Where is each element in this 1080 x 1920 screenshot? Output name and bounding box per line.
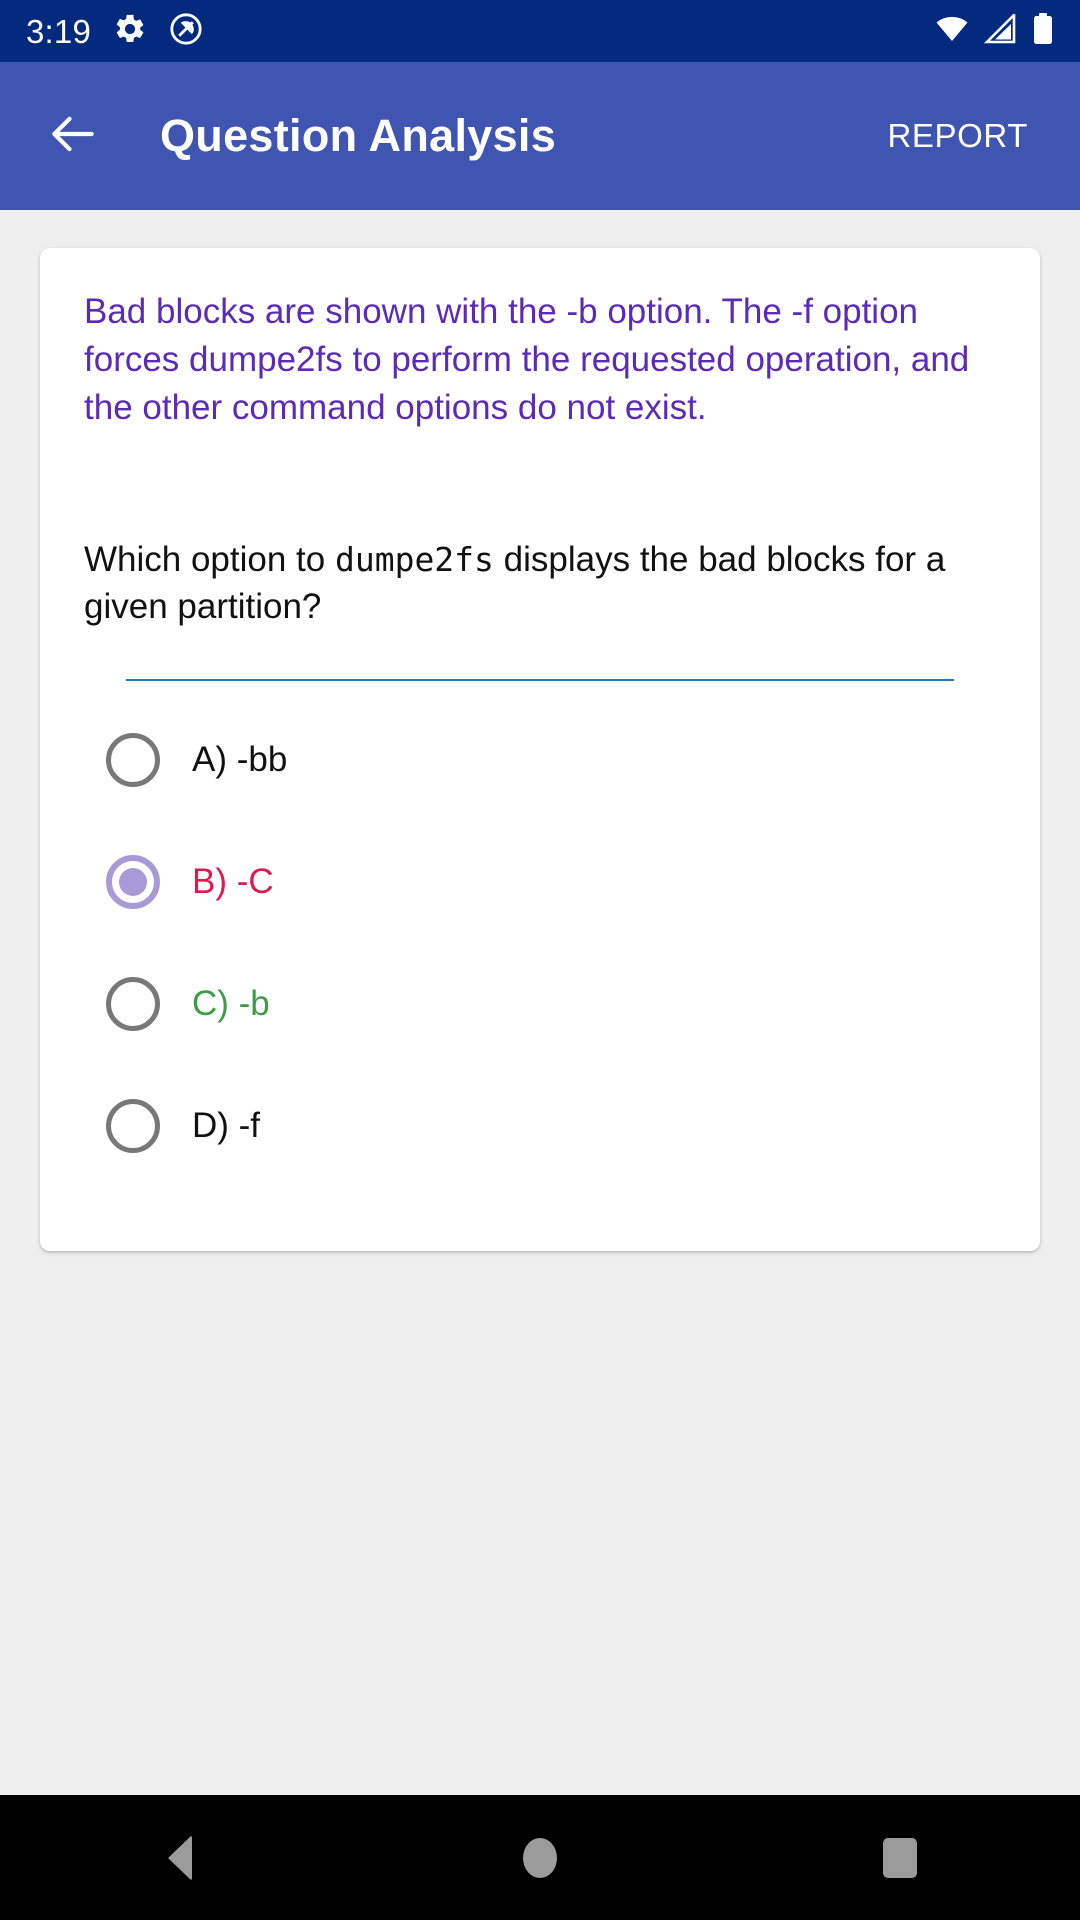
- report-button[interactable]: REPORT: [865, 101, 1050, 171]
- android-navigation-bar: [0, 1795, 1080, 1920]
- option-row-b[interactable]: B) -C: [84, 821, 996, 943]
- nav-back-button[interactable]: [0, 1795, 360, 1920]
- content-scroll-area[interactable]: Bad blocks are shown with the -b option.…: [0, 210, 1080, 1795]
- status-bar-clock: 3:19: [26, 12, 92, 50]
- option-label-b: B) -C: [192, 862, 274, 901]
- nav-back-icon: [168, 1834, 192, 1881]
- nav-home-button[interactable]: [360, 1795, 720, 1920]
- question-divider: [126, 679, 954, 681]
- radio-button-d[interactable]: [106, 1099, 160, 1153]
- option-label-c: C) -b: [192, 984, 270, 1023]
- back-arrow-icon: [45, 106, 101, 167]
- option-row-d[interactable]: D) -f: [84, 1065, 996, 1187]
- status-bar-left: 3:19: [26, 12, 203, 51]
- status-bar-right: [934, 11, 1054, 50]
- option-row-c[interactable]: C) -b: [84, 943, 996, 1065]
- nav-recents-icon: [883, 1837, 917, 1878]
- option-row-a[interactable]: A) -bb: [84, 699, 996, 821]
- q-circle-icon: [169, 12, 203, 51]
- answer-options-list: A) -bb B) -C C) -b D) -f: [78, 699, 1002, 1187]
- radio-button-c[interactable]: [106, 977, 160, 1031]
- wifi-icon: [934, 14, 970, 49]
- page-title: Question Analysis: [160, 110, 557, 161]
- question-analysis-card: Bad blocks are shown with the -b option.…: [40, 248, 1040, 1251]
- status-bar: 3:19: [0, 0, 1080, 62]
- option-label-a: A) -bb: [192, 740, 288, 779]
- radio-button-a[interactable]: [106, 733, 160, 787]
- question-text: Which option to dumpe2fs displays the ba…: [78, 536, 1002, 631]
- gear-icon: [113, 12, 147, 51]
- explanation-text: Bad blocks are shown with the -b option.…: [84, 292, 970, 427]
- cell-signal-icon: [983, 11, 1018, 49]
- back-button[interactable]: [30, 93, 116, 179]
- nav-recents-button[interactable]: [720, 1795, 1080, 1920]
- nav-home-icon: [523, 1837, 557, 1878]
- question-prefix: Which option to: [84, 539, 335, 579]
- question-code: dumpe2fs: [334, 539, 494, 579]
- battery-icon: [1032, 12, 1054, 50]
- app-bar: Question Analysis REPORT: [0, 62, 1080, 210]
- option-label-d: D) -f: [192, 1106, 261, 1145]
- radio-button-b[interactable]: [106, 855, 160, 909]
